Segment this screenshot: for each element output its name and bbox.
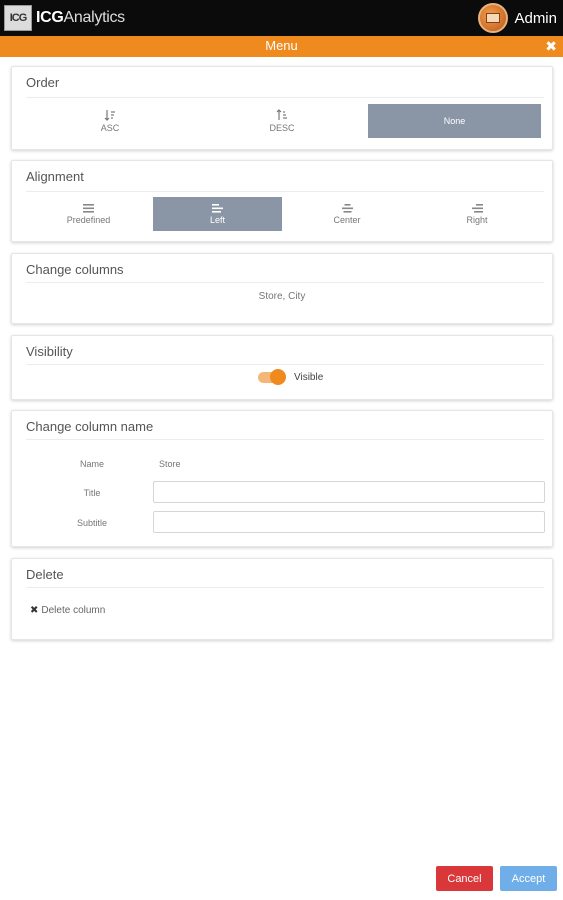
menu-bar: Menu ✖ [0,36,563,57]
user-menu[interactable]: Admin [478,3,557,33]
app-name-bold: ICG [36,9,64,26]
visibility-toggle[interactable]: Visible [258,369,324,385]
align-predefined-label: Predefined [66,214,111,225]
close-icon[interactable]: ✖ [545,38,557,55]
accept-button[interactable]: Accept [500,866,557,891]
title-label: Title [83,488,101,498]
delete-title: Delete [26,567,64,582]
align-center-icon [341,203,353,213]
order-title: Order [26,75,60,90]
visibility-panel: Visibility Visible [11,335,553,400]
columns-selector[interactable]: Store, City [12,291,552,302]
order-desc-option[interactable]: DESC [196,104,368,138]
app-logo[interactable]: ICG ICGAnalytics [4,5,125,31]
order-none-option[interactable]: None [368,104,541,138]
divider [26,587,544,588]
title-input[interactable] [153,481,545,503]
divider [26,439,544,440]
sort-asc-icon [104,110,115,121]
order-asc-label: ASC [100,123,120,133]
align-right-icon [471,203,483,213]
alignment-title: Alignment [26,169,84,184]
change-column-name-title: Change column name [26,419,154,434]
align-right-label: Right [466,214,488,225]
app-name-rest: Analytics [63,9,126,26]
top-bar: ICG ICGAnalytics Admin [0,0,563,36]
toggle-track [258,369,286,385]
align-left-label: Left [209,214,225,225]
name-value: Store [159,459,181,469]
change-column-name-panel: Change column name Name Store Title Subt… [11,410,553,547]
toggle-knob [270,369,286,385]
alignment-panel: Alignment Predefined Left Center Right [11,160,553,242]
toggle-label: Visible [294,372,324,383]
divider [26,282,544,283]
order-desc-label: DESC [269,123,295,133]
avatar[interactable] [478,3,509,33]
delete-column-link[interactable]: ✖ Delete column [30,605,105,616]
name-label: Name [79,459,104,469]
app-name: ICGAnalytics [36,9,125,27]
order-panel: Order ASC DESC None [11,66,553,150]
divider [26,97,544,98]
align-left-option[interactable]: Left [153,197,282,231]
align-right-option[interactable]: Right [412,197,542,231]
subtitle-input[interactable] [153,511,545,533]
visibility-title: Visibility [26,344,73,359]
close-icon: ✖ [30,605,39,616]
subtitle-label: Subtitle [76,518,108,528]
logo-mark: ICG [4,5,32,31]
divider [26,191,544,192]
menu-title: Menu [265,38,298,53]
sort-desc-icon [276,109,287,120]
order-none-label: None [443,116,466,126]
align-left-icon [212,203,223,213]
align-predefined-option[interactable]: Predefined [24,197,153,231]
divider [26,364,544,365]
change-columns-panel: Change columns Store, City [11,253,553,324]
align-center-option[interactable]: Center [282,197,412,231]
delete-panel: Delete ✖ Delete column [11,558,553,640]
user-name[interactable]: Admin [514,10,557,27]
delete-column-label: Delete column [41,605,106,616]
change-columns-title: Change columns [26,262,124,277]
align-center-label: Center [333,214,361,225]
align-justify-icon [83,203,94,213]
cancel-button[interactable]: Cancel [436,866,493,891]
order-asc-option[interactable]: ASC [24,104,196,138]
avatar-image [486,13,501,23]
